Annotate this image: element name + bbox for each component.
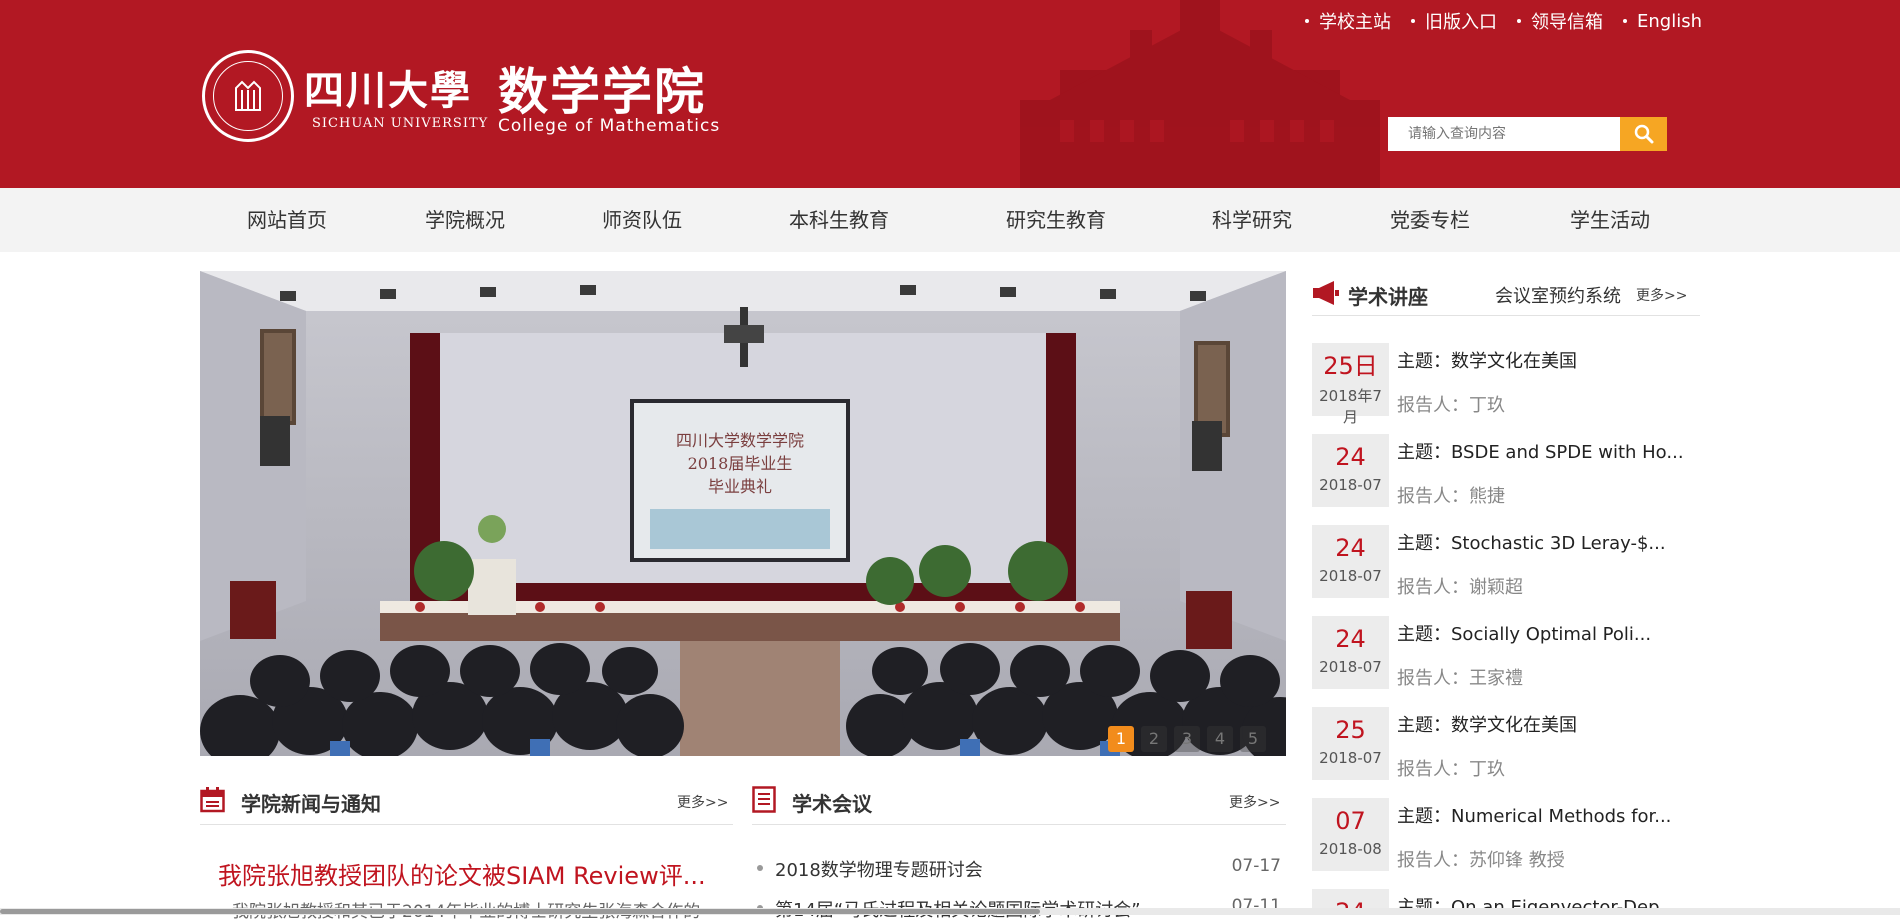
bullet-icon <box>1305 19 1309 23</box>
search-button[interactable] <box>1620 117 1667 151</box>
main-nav: 网站首页 学院概况 师资队伍 本科生教育 研究生教育 科学研究 党委专栏 学生活… <box>0 188 1900 252</box>
banner-slideshow[interactable]: 四川大学数学学院 2018届毕业生 毕业典礼 1 2 3 4 5 <box>200 271 1286 756</box>
slide-dot-1[interactable]: 1 <box>1108 726 1134 752</box>
bullet-icon <box>1517 19 1521 23</box>
nav-item-undergraduate[interactable]: 本科生教育 <box>789 188 889 252</box>
bullet-icon <box>1623 19 1627 23</box>
conference-date: 07-17 <box>1231 856 1281 876</box>
search-icon <box>1634 124 1653 144</box>
lecture-topic: 主题：数学文化在美国 <box>1397 715 1577 736</box>
divider <box>200 824 733 825</box>
lecture-section-title: 学术讲座 <box>1348 285 1428 309</box>
lecture-speaker: 报告人：丁玖 <box>1397 759 1505 780</box>
screen-text: 2018届毕业生 <box>688 454 793 473</box>
megaphone-icon <box>1313 281 1339 305</box>
lecture-date-badge: 24 2018-07 <box>1312 525 1389 598</box>
nav-item-student-activities[interactable]: 学生活动 <box>1570 188 1650 252</box>
news-section-title: 学院新闻与通知 <box>241 792 381 816</box>
top-links: 学校主站 旧版入口 领导信箱 English <box>1305 8 1722 34</box>
nav-item-research[interactable]: 科学研究 <box>1212 188 1292 252</box>
lecture-item[interactable]: 24 2018-07 主题：BSDE and SPDE with Ho... 报告… <box>1312 434 1712 510</box>
lecture-speaker: 报告人：熊捷 <box>1397 486 1505 507</box>
lecture-item[interactable]: 25 2018-07 主题：数学文化在美国 报告人：丁玖 <box>1312 707 1712 783</box>
lecture-topic: 主题：BSDE and SPDE with Ho... <box>1397 442 1684 463</box>
lecture-more-link[interactable]: 更多>> <box>1636 285 1687 305</box>
university-name: 四川大學 <box>304 67 472 114</box>
horizontal-scrollbar[interactable] <box>0 908 1900 915</box>
lecture-item[interactable]: 24 2018-07 主题：Stochastic 3D Leray-$... 报告… <box>1312 525 1712 601</box>
search-box <box>1388 117 1668 151</box>
top-link-main-site[interactable]: 学校主站 <box>1305 8 1391 34</box>
lecture-speaker: 报告人：丁玖 <box>1397 395 1505 416</box>
lecture-topic: 主题：Numerical Methods for... <box>1397 806 1672 827</box>
lecture-speaker: 报告人：王家禮 <box>1397 668 1523 689</box>
college-name-en: College of Mathematics <box>498 116 721 136</box>
graduation-ceremony-photo: 四川大学数学学院 2018届毕业生 毕业典礼 <box>200 271 1286 756</box>
conference-section-title: 学术会议 <box>792 792 872 816</box>
lecture-topic: 主题：数学文化在美国 <box>1397 351 1577 372</box>
university-name-en: SICHUAN UNIVERSITY <box>312 116 489 131</box>
lecture-item[interactable]: 07 2018-08 主题：Numerical Methods for... 报告… <box>1312 798 1712 874</box>
college-name: 数学学院 <box>498 63 706 121</box>
nav-item-home[interactable]: 网站首页 <box>247 188 327 252</box>
site-header: 四川大學 SICHUAN UNIVERSITY 数学学院 College of … <box>0 0 1900 188</box>
screen-text: 四川大学数学学院 <box>676 431 804 450</box>
nav-item-graduate[interactable]: 研究生教育 <box>1006 188 1106 252</box>
lecture-speaker: 报告人：谢颖超 <box>1397 577 1523 598</box>
lecture-topic: 主题：Stochastic 3D Leray-$... <box>1397 533 1666 554</box>
lecture-item[interactable]: 25日 2018年7月 主题：数学文化在美国 报告人：丁玖 <box>1312 343 1712 426</box>
lecture-date-badge: 24 2018-07 <box>1312 616 1389 689</box>
lecture-date-badge: 25日 2018年7月 <box>1312 343 1389 426</box>
document-icon <box>752 786 776 813</box>
nav-item-faculty[interactable]: 师资队伍 <box>602 188 682 252</box>
slide-dot-5[interactable]: 5 <box>1240 726 1266 752</box>
divider <box>1312 315 1700 316</box>
lecture-speaker: 报告人：苏仰锋 教授 <box>1397 850 1565 871</box>
slide-dot-4[interactable]: 4 <box>1207 726 1233 752</box>
bullet-icon <box>757 865 763 871</box>
slide-dot-3[interactable]: 3 <box>1174 726 1200 752</box>
conference-more-link[interactable]: 更多>> <box>1229 792 1280 812</box>
screen-text: 毕业典礼 <box>708 477 772 496</box>
slide-indicators: 1 2 3 4 5 <box>1108 726 1266 752</box>
bullet-icon <box>1411 19 1415 23</box>
news-headline-link[interactable]: 我院张旭教授团队的论文被SIAM Review评... <box>218 856 706 891</box>
divider <box>752 824 1286 825</box>
top-link-old-version[interactable]: 旧版入口 <box>1411 8 1497 34</box>
news-more-link[interactable]: 更多>> <box>677 792 728 812</box>
conference-title: 2018数学物理专题研讨会 <box>775 860 983 881</box>
lecture-date-badge: 07 2018-08 <box>1312 798 1389 871</box>
scrollbar-thumb[interactable] <box>0 909 1040 914</box>
top-link-leader-mailbox[interactable]: 领导信箱 <box>1517 8 1603 34</box>
lecture-item[interactable]: 24 2018-07 主题：Socially Optimal Poli... 报告… <box>1312 616 1712 692</box>
calendar-icon <box>200 787 225 813</box>
top-link-english[interactable]: English <box>1623 8 1702 34</box>
university-seal-logo <box>202 50 294 142</box>
lecture-date-badge: 24 2018-07 <box>1312 434 1389 507</box>
nav-item-about[interactable]: 学院概况 <box>425 188 505 252</box>
nav-item-party[interactable]: 党委专栏 <box>1390 188 1470 252</box>
search-input[interactable] <box>1388 117 1620 151</box>
site-logo[interactable]: 四川大學 SICHUAN UNIVERSITY 数学学院 College of … <box>202 50 722 146</box>
slide-dot-2[interactable]: 2 <box>1141 726 1167 752</box>
lecture-date-badge: 25 2018-07 <box>1312 707 1389 780</box>
meeting-room-booking-link[interactable]: 会议室预约系统 <box>1495 282 1621 308</box>
lecture-topic: 主题：Socially Optimal Poli... <box>1397 624 1652 645</box>
